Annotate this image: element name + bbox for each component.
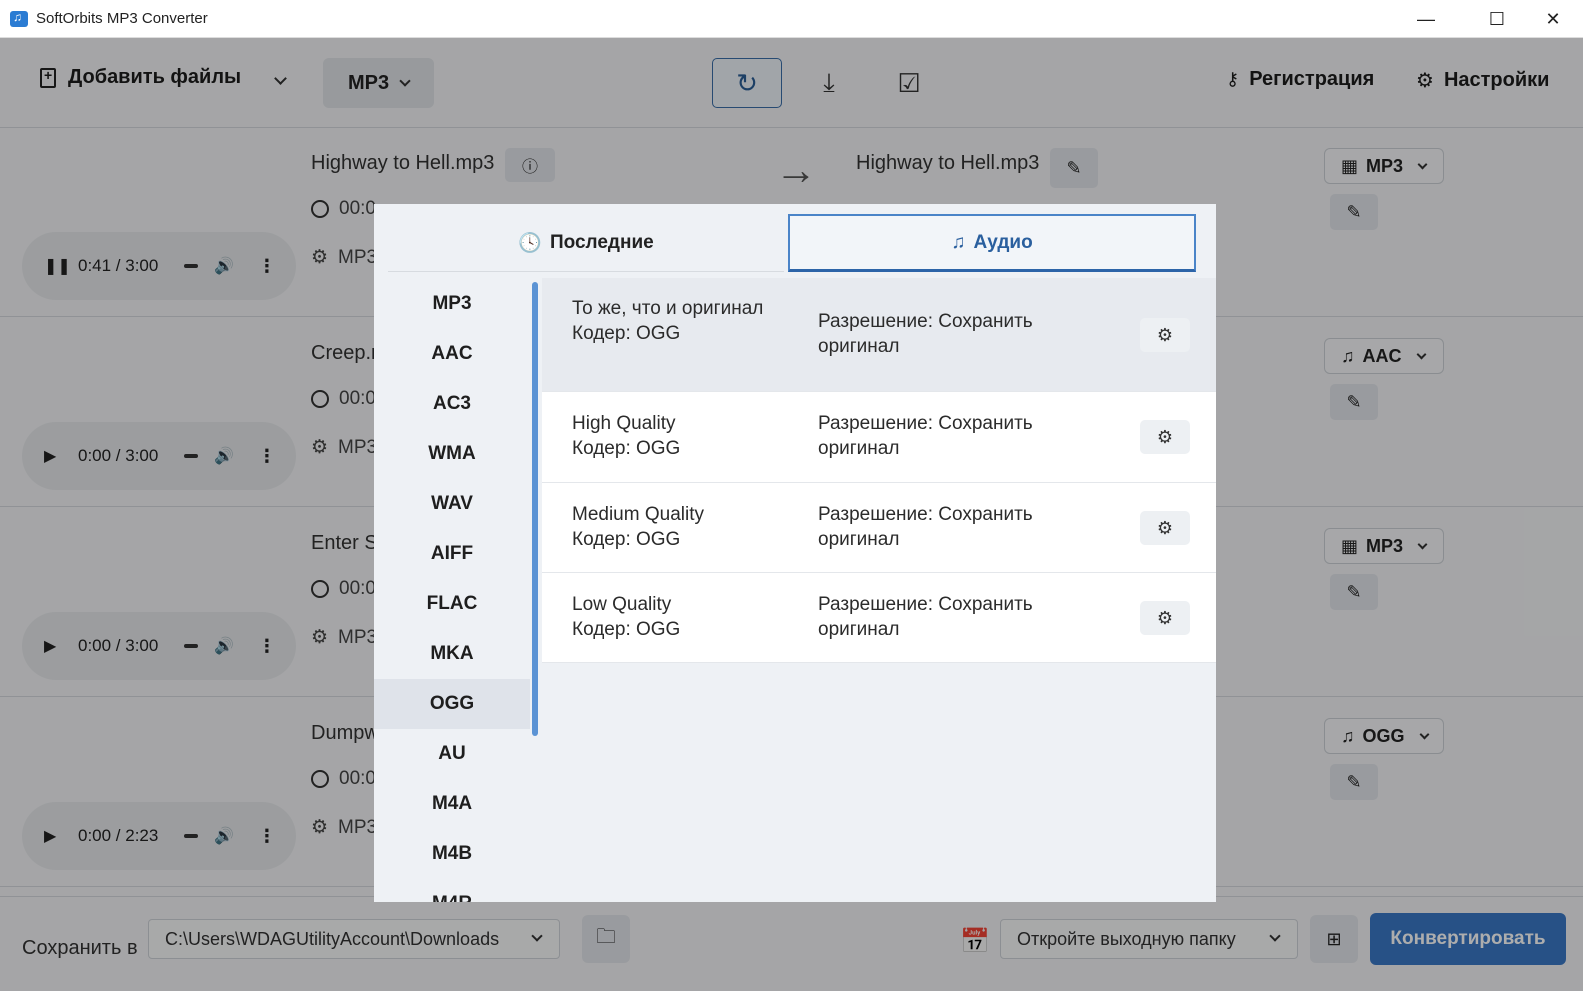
preset-codec: Кодер: OGG	[572, 323, 681, 344]
format-item[interactable]: M4R	[374, 879, 530, 902]
preset-name: То же, что и оригинал	[572, 298, 764, 319]
preset-settings-button[interactable]: ⚙	[1140, 318, 1190, 352]
format-dialog: 🕓 Последние ♫ Аудио MP3 AAC AC3 WMA WAV …	[374, 204, 1216, 902]
preset-row[interactable]: Low Quality Кодер: OGG Разрешение: Сохра…	[542, 573, 1216, 663]
clock-icon: 🕓	[518, 232, 542, 254]
tab-recent[interactable]: 🕓 Последние	[388, 214, 784, 272]
format-list-scrollbar[interactable]	[532, 282, 538, 736]
format-item[interactable]: AU	[374, 729, 530, 779]
preset-name: High Quality	[572, 413, 676, 434]
preset-settings-button[interactable]: ⚙	[1140, 420, 1190, 454]
minimize-button[interactable]: —	[1397, 0, 1455, 38]
preset-row[interactable]: High Quality Кодер: OGG Разрешение: Сохр…	[542, 392, 1216, 483]
preset-resolution: Разрешение: Сохранить оригинал	[818, 504, 1033, 550]
format-list: MP3 AAC AC3 WMA WAV AIFF FLAC MKA OGG AU…	[374, 279, 530, 902]
preset-resolution: Разрешение: Сохранить оригинал	[818, 594, 1033, 640]
preset-codec: Кодер: OGG	[572, 529, 681, 550]
preset-name-block: Low Quality Кодер: OGG	[572, 592, 772, 642]
gear-icon: ⚙	[1156, 426, 1174, 447]
format-item[interactable]: AC3	[374, 379, 530, 429]
preset-row[interactable]: Medium Quality Кодер: OGG Разрешение: Со…	[542, 483, 1216, 573]
app-logo-icon	[10, 10, 28, 27]
tab-audio-label: Аудио	[973, 231, 1033, 253]
close-button[interactable]: ✕	[1524, 0, 1582, 38]
preset-codec: Кодер: OGG	[572, 438, 681, 459]
dialog-tabs: 🕓 Последние ♫ Аудио	[388, 214, 1208, 274]
preset-name-block: То же, что и оригинал Кодер: OGG	[572, 296, 772, 346]
music-note-icon: ♫	[951, 231, 966, 253]
preset-settings-button[interactable]: ⚙	[1140, 601, 1190, 635]
format-item[interactable]: AIFF	[374, 529, 530, 579]
format-item-selected[interactable]: OGG	[374, 679, 530, 729]
format-item[interactable]: M4B	[374, 829, 530, 879]
tab-audio[interactable]: ♫ Аудио	[788, 214, 1196, 272]
gear-icon: ⚙	[1156, 607, 1174, 628]
format-item[interactable]: M4A	[374, 779, 530, 829]
format-item[interactable]: MP3	[374, 279, 530, 329]
tab-recent-label: Последние	[549, 231, 654, 253]
gear-icon: ⚙	[1156, 517, 1174, 538]
format-item[interactable]: FLAC	[374, 579, 530, 629]
window-title: SoftOrbits MP3 Converter	[36, 10, 208, 27]
format-item[interactable]: MKA	[374, 629, 530, 679]
maximize-button[interactable]: ☐	[1468, 0, 1526, 38]
preset-name: Medium Quality	[572, 504, 704, 525]
format-item[interactable]: WMA	[374, 429, 530, 479]
preset-name-block: High Quality Кодер: OGG	[572, 411, 772, 461]
preset-name-block: Medium Quality Кодер: OGG	[572, 502, 772, 552]
format-item[interactable]: AAC	[374, 329, 530, 379]
preset-codec: Кодер: OGG	[572, 619, 681, 640]
preset-resolution: Разрешение: Сохранить оригинал	[818, 413, 1033, 459]
preset-row[interactable]: То же, что и оригинал Кодер: OGG Разреше…	[542, 278, 1216, 392]
preset-resolution: Разрешение: Сохранить оригинал	[818, 311, 1033, 357]
title-bar: SoftOrbits MP3 Converter — ☐ ✕	[0, 0, 1583, 38]
format-item[interactable]: WAV	[374, 479, 530, 529]
preset-name: Low Quality	[572, 594, 672, 615]
preset-settings-button[interactable]: ⚙	[1140, 511, 1190, 545]
gear-icon: ⚙	[1156, 324, 1174, 345]
